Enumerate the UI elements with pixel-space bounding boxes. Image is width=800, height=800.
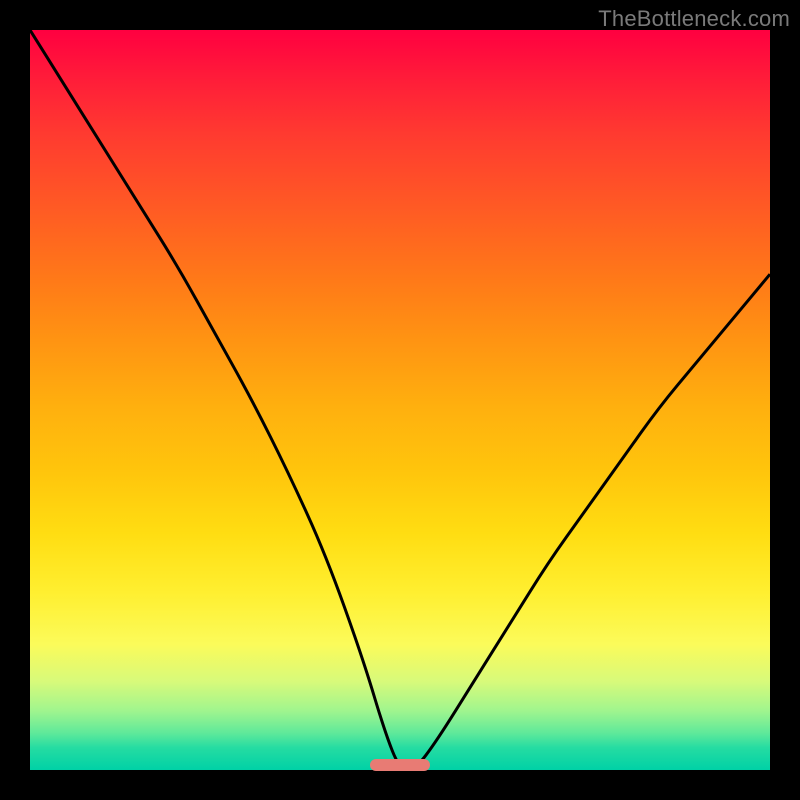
- plot-area: [30, 30, 770, 770]
- bottleneck-curve: [30, 30, 770, 770]
- chart-frame: TheBottleneck.com: [0, 0, 800, 800]
- optimum-marker: [370, 759, 429, 771]
- curve-path: [30, 30, 770, 770]
- watermark-text: TheBottleneck.com: [598, 6, 790, 32]
